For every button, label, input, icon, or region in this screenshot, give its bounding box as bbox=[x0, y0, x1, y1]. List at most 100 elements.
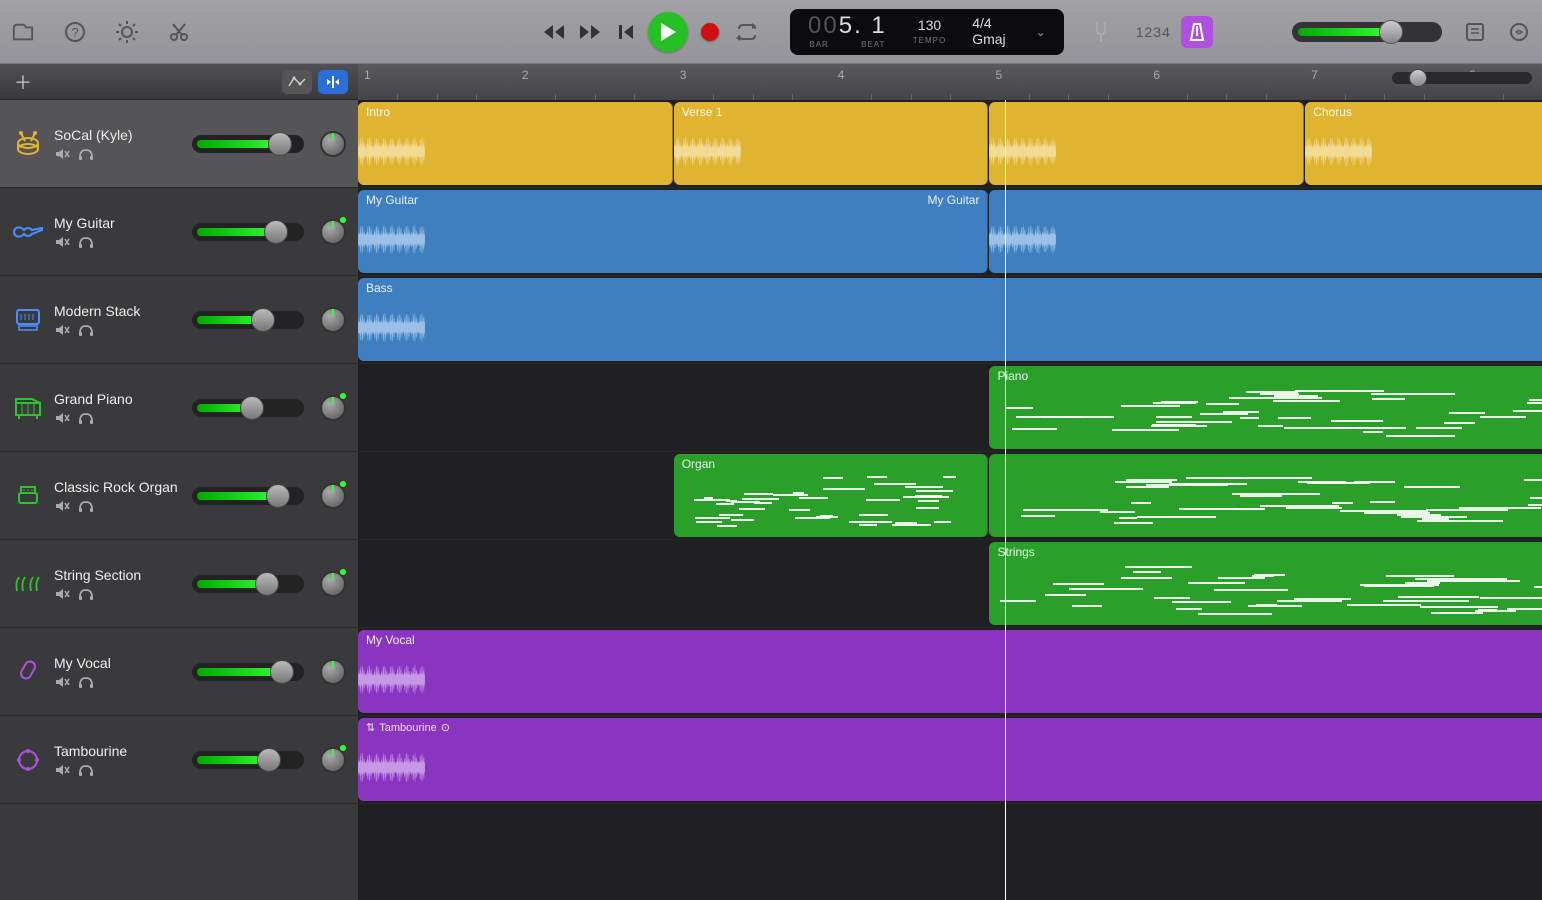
track-header[interactable]: Grand Piano bbox=[0, 364, 358, 452]
pan-knob[interactable] bbox=[320, 307, 346, 333]
library-icon[interactable] bbox=[12, 21, 34, 43]
mute-icon[interactable] bbox=[54, 323, 72, 337]
region[interactable] bbox=[989, 190, 1542, 273]
pan-knob[interactable] bbox=[320, 395, 346, 421]
play-button[interactable] bbox=[648, 12, 688, 52]
mute-icon[interactable] bbox=[54, 763, 72, 777]
timeline-row[interactable]: BassBass bbox=[358, 276, 1542, 364]
headphones-icon[interactable] bbox=[78, 499, 96, 513]
zoom-slider[interactable] bbox=[1392, 72, 1532, 84]
headphones-icon[interactable] bbox=[78, 763, 96, 777]
track-header[interactable]: My Vocal bbox=[0, 628, 358, 716]
mute-icon[interactable] bbox=[54, 411, 72, 425]
mute-icon[interactable] bbox=[54, 499, 72, 513]
lcd-bar-dim: 00 bbox=[808, 12, 839, 39]
region[interactable]: Organ bbox=[674, 454, 989, 537]
add-track-button[interactable]: ＋ bbox=[10, 69, 36, 95]
region[interactable]: Intro bbox=[358, 102, 673, 185]
headphones-icon[interactable] bbox=[78, 675, 96, 689]
region[interactable]: ⇅ Tambourine ⊙Tambourine bbox=[358, 718, 1542, 801]
headphones-icon[interactable] bbox=[78, 411, 96, 425]
mute-icon[interactable] bbox=[54, 675, 72, 689]
scissors-icon[interactable] bbox=[168, 21, 190, 43]
region[interactable]: BassBass bbox=[358, 278, 1542, 361]
region[interactable]: Strings bbox=[989, 542, 1542, 625]
track-volume-slider[interactable] bbox=[192, 223, 304, 241]
pan-knob[interactable] bbox=[320, 571, 346, 597]
track-header[interactable]: Modern Stack bbox=[0, 276, 358, 364]
track-name: String Section bbox=[54, 567, 182, 583]
timeline-row[interactable]: IntroVerse 1 Chorus bbox=[358, 100, 1542, 188]
count-in-label[interactable]: 1234 bbox=[1136, 24, 1171, 40]
region-label: Piano bbox=[989, 366, 1542, 386]
rewind-button[interactable] bbox=[540, 18, 568, 46]
timeline-ruler[interactable]: 12345678 bbox=[358, 64, 1542, 100]
region[interactable]: Chorus bbox=[1305, 102, 1542, 185]
pan-knob[interactable] bbox=[320, 131, 346, 157]
pan-knob[interactable] bbox=[320, 747, 346, 773]
track-header[interactable]: String Section bbox=[0, 540, 358, 628]
tuning-fork-icon[interactable] bbox=[1090, 21, 1112, 43]
ruler-bar-number: 5 bbox=[995, 68, 1002, 82]
track-volume-slider[interactable] bbox=[192, 487, 304, 505]
automation-toggle[interactable] bbox=[282, 70, 312, 94]
lcd-key[interactable]: Gmaj bbox=[972, 32, 1005, 47]
timeline-row[interactable]: My GuitarMy Guitar bbox=[358, 188, 1542, 276]
track-volume-slider[interactable] bbox=[192, 751, 304, 769]
region-label: My Guitar bbox=[358, 190, 987, 210]
headphones-icon[interactable] bbox=[78, 323, 96, 337]
smart-controls-icon[interactable] bbox=[116, 21, 138, 43]
loop-indicator-icon: ⇅ Tambourine ⊙ bbox=[366, 721, 450, 734]
ruler-bar-number: 1 bbox=[364, 68, 371, 82]
mute-icon[interactable] bbox=[54, 235, 72, 249]
region[interactable]: Verse 1 bbox=[674, 102, 989, 185]
region[interactable]: My GuitarMy Guitar bbox=[358, 190, 988, 273]
region[interactable]: My VocalMy Vocal bbox=[358, 630, 1542, 713]
mute-icon[interactable] bbox=[54, 147, 72, 161]
track-header[interactable]: Tambourine bbox=[0, 716, 358, 804]
timeline-row[interactable]: Strings bbox=[358, 540, 1542, 628]
mute-icon[interactable] bbox=[54, 587, 72, 601]
metronome-button[interactable] bbox=[1181, 16, 1213, 48]
track-name: SoCal (Kyle) bbox=[54, 127, 182, 143]
headphones-icon[interactable] bbox=[78, 147, 96, 161]
timeline-row[interactable]: Piano bbox=[358, 364, 1542, 452]
region[interactable] bbox=[989, 454, 1542, 537]
notepad-icon[interactable] bbox=[1464, 21, 1486, 43]
ruler-bar-number: 2 bbox=[522, 68, 529, 82]
track-volume-slider[interactable] bbox=[192, 663, 304, 681]
help-icon[interactable]: ? bbox=[64, 21, 86, 43]
lcd-timesig[interactable]: 4/4 bbox=[972, 16, 1005, 31]
timeline-row[interactable]: Organ bbox=[358, 452, 1542, 540]
forward-button[interactable] bbox=[576, 18, 604, 46]
track-name: Classic Rock Organ bbox=[54, 479, 182, 495]
timeline-row[interactable]: ⇅ Tambourine ⊙Tambourine bbox=[358, 716, 1542, 804]
guitar-icon bbox=[12, 216, 44, 248]
track-volume-slider[interactable] bbox=[192, 575, 304, 593]
ruler-bar-number: 3 bbox=[680, 68, 687, 82]
master-volume-slider[interactable] bbox=[1292, 22, 1442, 42]
lcd-display[interactable]: 005. 1 BAR BEAT 130 TEMPO 4/4 Gmaj ⌄ bbox=[790, 9, 1064, 55]
region[interactable]: Piano bbox=[989, 366, 1542, 449]
track-header[interactable]: Classic Rock Organ bbox=[0, 452, 358, 540]
pan-knob[interactable] bbox=[320, 219, 346, 245]
headphones-icon[interactable] bbox=[78, 235, 96, 249]
pan-knob[interactable] bbox=[320, 659, 346, 685]
track-header[interactable]: My Guitar bbox=[0, 188, 358, 276]
track-volume-slider[interactable] bbox=[192, 135, 304, 153]
cycle-button[interactable] bbox=[732, 18, 760, 46]
record-button[interactable] bbox=[696, 18, 724, 46]
go-to-start-button[interactable] bbox=[612, 18, 640, 46]
catch-playhead-toggle[interactable] bbox=[318, 70, 348, 94]
track-volume-slider[interactable] bbox=[192, 311, 304, 329]
track-volume-slider[interactable] bbox=[192, 399, 304, 417]
pan-knob[interactable] bbox=[320, 483, 346, 509]
loop-browser-icon[interactable] bbox=[1508, 21, 1530, 43]
lcd-tempo[interactable]: 130 bbox=[913, 18, 946, 33]
track-header[interactable]: SoCal (Kyle) bbox=[0, 100, 358, 188]
timeline-row[interactable]: My VocalMy Vocal bbox=[358, 628, 1542, 716]
region[interactable] bbox=[989, 102, 1304, 185]
timeline-area[interactable]: IntroVerse 1 Chorus My GuitarMy GuitarBass… bbox=[358, 100, 1542, 900]
lcd-dropdown-icon[interactable]: ⌄ bbox=[1032, 25, 1046, 39]
headphones-icon[interactable] bbox=[78, 587, 96, 601]
